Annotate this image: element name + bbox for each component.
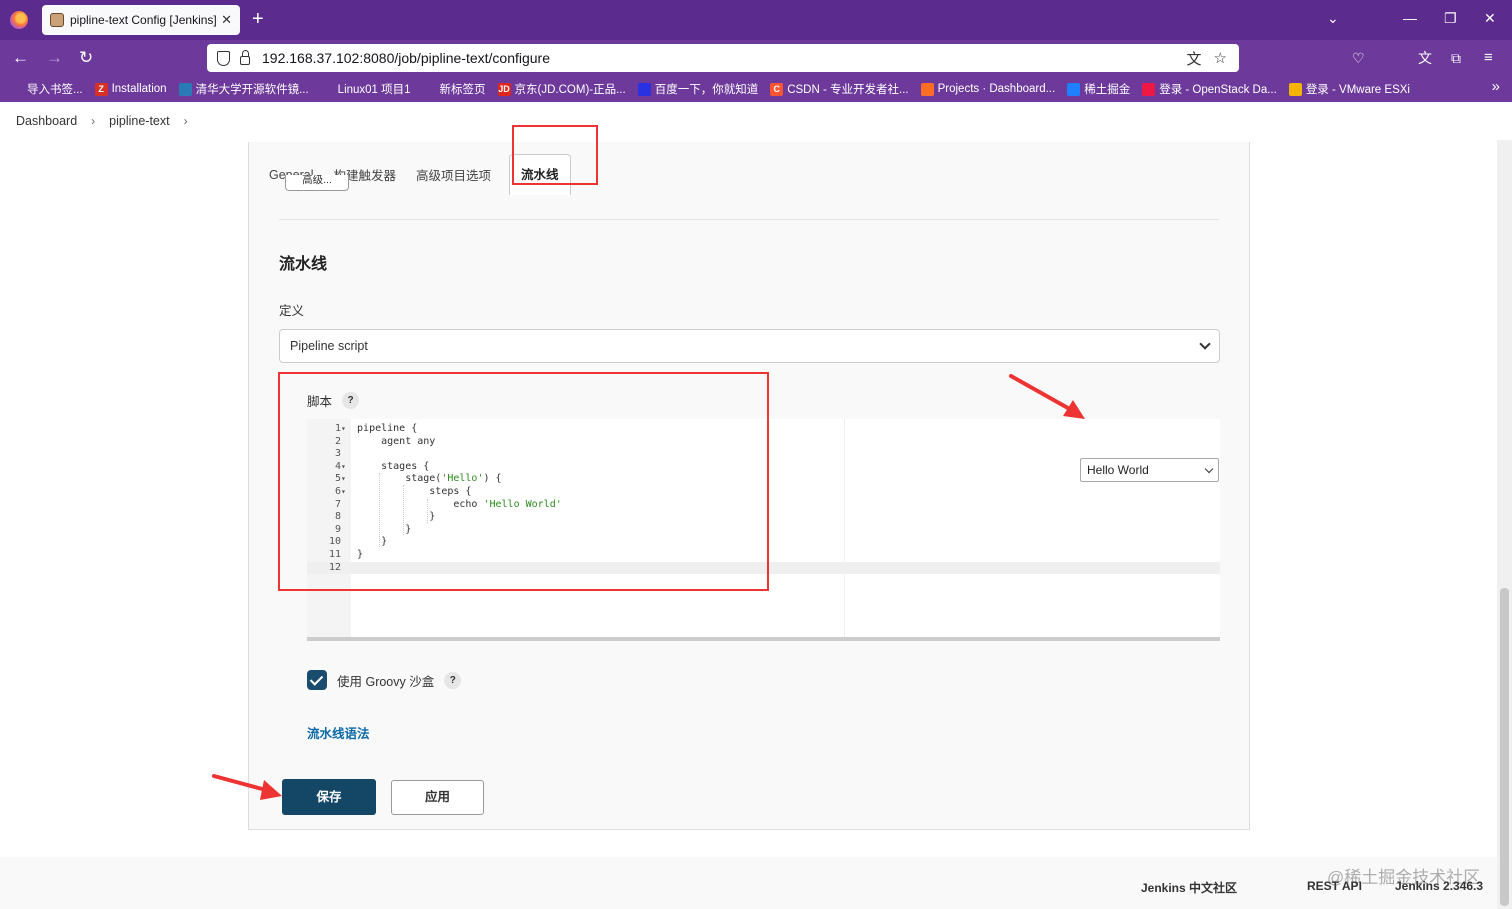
juejin-icon	[1067, 82, 1081, 96]
bookmark-label: 新标签页	[439, 84, 486, 96]
bookmark-label: 京东(JD.COM)-正品...	[514, 84, 626, 96]
translate-icon[interactable]: 文	[1418, 48, 1432, 68]
bookmark-label: Installation	[111, 83, 167, 95]
globe-icon	[422, 82, 436, 96]
tab-title: pipline-text Config [Jenkins]	[70, 13, 217, 27]
vmware-icon	[1288, 82, 1302, 96]
page-translate-icon[interactable]: 文	[1187, 48, 1202, 69]
openstack-icon	[1142, 82, 1156, 96]
groovy-sandbox-row: 使用 Groovy 沙盒 ?	[307, 670, 462, 690]
breadcrumb-job[interactable]: pipline-text	[109, 114, 169, 128]
bookmarks-overflow-icon[interactable]: »	[1492, 78, 1500, 95]
tab-close-icon[interactable]: ✕	[221, 12, 232, 28]
bookmark-item[interactable]: 稀土掘金	[1067, 81, 1130, 97]
address-bar[interactable]: 192.168.37.102:8080/job/pipline-text/con…	[207, 44, 1239, 72]
pipeline-syntax-link[interactable]: 流水线语法	[307, 723, 370, 742]
watermark: @稀土掘金技术社区	[1327, 868, 1481, 887]
bookmark-label: 导入书签...	[27, 84, 83, 96]
extensions-icon[interactable]: ⧉	[1451, 48, 1461, 68]
firefox-logo-icon[interactable]	[10, 11, 28, 29]
sample-script-select[interactable]: Hello World	[1080, 458, 1219, 482]
bookmark-star-icon[interactable]: ☆	[1214, 49, 1227, 67]
pocket-icon[interactable]: ♡	[1352, 48, 1365, 68]
breadcrumb-chevron-icon[interactable]: ›	[91, 114, 95, 128]
bookmark-item[interactable]: Projects · Dashboard...	[920, 82, 1056, 96]
bookmarks-bar: 导入书签... Z Installation 清华大学开源软件镜... Linux01 …	[0, 76, 1512, 102]
browser-tab[interactable]: pipline-text Config [Jenkins] ✕	[42, 5, 240, 35]
sample-script-value: Hello World	[1087, 463, 1149, 477]
bookmark-item[interactable]: 新标签页	[422, 81, 486, 97]
import-icon	[10, 82, 23, 96]
bookmark-item[interactable]: 登录 - OpenStack Da...	[1142, 81, 1277, 97]
browser-titlebar: pipline-text Config [Jenkins] ✕ + ⌄ — ❐ …	[0, 0, 1512, 40]
bookmark-label: 清华大学开源软件镜...	[195, 84, 309, 96]
tsinghua-icon	[178, 82, 192, 96]
bookmark-label: Projects · Dashboard...	[937, 83, 1056, 95]
bookmark-icon: C	[770, 82, 784, 96]
bookmark-icon: JD	[497, 82, 511, 96]
bookmark-label: 百度一下，你就知道	[654, 84, 759, 96]
bookmark-item[interactable]: 百度一下，你就知道	[637, 81, 759, 97]
tracking-shield-icon[interactable]	[217, 50, 230, 66]
tab-list-chevron-icon[interactable]: ⌄	[1327, 10, 1339, 27]
bookmark-label: 登录 - VMware ESXi	[1305, 84, 1410, 96]
breadcrumb-chevron-icon[interactable]: ›	[184, 114, 188, 128]
gitlab-icon	[920, 82, 934, 96]
reload-icon[interactable]: ↻	[79, 48, 93, 68]
baidu-icon	[637, 82, 651, 96]
back-icon[interactable]: ←	[12, 48, 29, 68]
page-scrollbar[interactable]	[1497, 140, 1512, 909]
forward-icon[interactable]: →	[46, 48, 63, 68]
close-window-icon[interactable]: ✕	[1484, 10, 1496, 27]
bookmark-label: Linux01 项目1	[337, 84, 411, 96]
bookmark-label: 稀土掘金	[1084, 84, 1131, 96]
sandbox-help-icon[interactable]: ?	[444, 671, 462, 689]
chevron-down-icon	[1199, 337, 1211, 350]
minimize-icon[interactable]: —	[1403, 10, 1417, 26]
bookmark-item[interactable]: JD 京东(JD.COM)-正品...	[497, 81, 626, 97]
section-divider	[279, 219, 1219, 220]
tab-advanced-options[interactable]: 高级项目选项	[416, 165, 491, 184]
page-footer: Jenkins 中文社区 REST API Jenkins 2.346.3 @稀…	[0, 857, 1512, 909]
bookmark-item[interactable]: C CSDN - 专业开发者社...	[770, 81, 909, 97]
apply-button[interactable]: 应用	[391, 780, 484, 815]
footer-community-link[interactable]: Jenkins 中文社区	[1141, 879, 1237, 896]
groovy-sandbox-checkbox[interactable]	[307, 670, 327, 690]
breadcrumb: Dashboard › pipline-text ›	[16, 114, 202, 128]
bookmark-item[interactable]: 导入书签...	[10, 81, 83, 97]
save-button[interactable]: 保存	[282, 779, 376, 815]
insecure-lock-icon[interactable]	[240, 49, 250, 65]
breadcrumb-dashboard[interactable]: Dashboard	[16, 114, 77, 128]
bookmark-item[interactable]: Linux01 项目1	[320, 81, 411, 97]
scrollbar-thumb[interactable]	[1500, 588, 1509, 906]
jenkins-favicon-icon	[50, 13, 64, 27]
url-text[interactable]: 192.168.37.102:8080/job/pipline-text/con…	[262, 50, 1187, 66]
section-title: 流水线	[279, 256, 328, 273]
definition-select[interactable]: Pipeline script	[279, 329, 1220, 363]
definition-value: Pipeline script	[290, 339, 368, 353]
highlight-box-tab	[512, 125, 598, 185]
maximize-icon[interactable]: ❐	[1444, 10, 1457, 27]
groovy-sandbox-label: 使用 Groovy 沙盒	[337, 674, 435, 689]
menu-icon[interactable]: ≡	[1484, 48, 1493, 68]
bookmark-item[interactable]: 清华大学开源软件镜...	[178, 81, 309, 97]
bookmark-icon: Z	[94, 82, 108, 96]
highlight-box-script	[278, 372, 769, 591]
bookmark-item[interactable]: Z Installation	[94, 82, 167, 96]
new-tab-button[interactable]: +	[252, 8, 264, 30]
bookmark-label: CSDN - 专业开发者社...	[787, 84, 909, 96]
globe-icon	[320, 82, 334, 96]
definition-label: 定义	[279, 304, 305, 318]
bookmark-item[interactable]: 登录 - VMware ESXi	[1288, 81, 1410, 97]
chevron-down-icon	[1204, 464, 1214, 473]
advanced-button[interactable]: 高级...	[285, 175, 349, 191]
bookmark-label: 登录 - OpenStack Da...	[1159, 84, 1277, 96]
